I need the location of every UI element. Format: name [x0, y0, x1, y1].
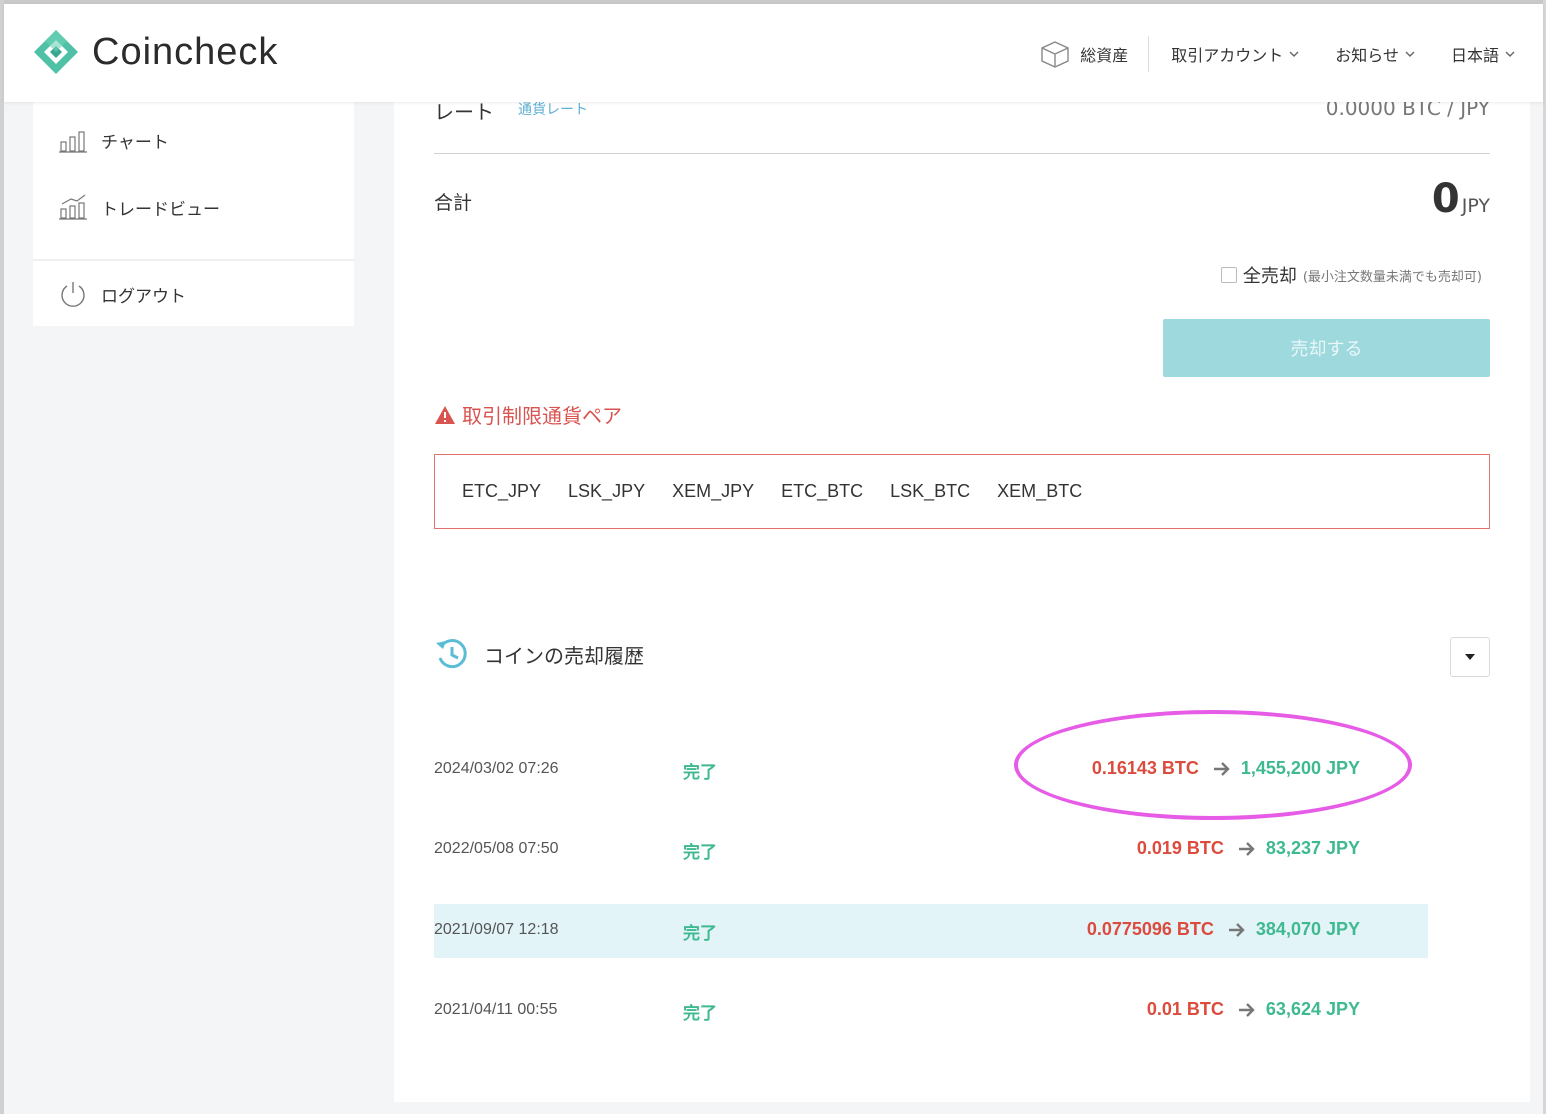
history-btc-amount: 0.0775096 BTC	[1086, 919, 1214, 939]
window-frame-left	[0, 0, 4, 1114]
restricted-pair: XEM_JPY	[672, 481, 755, 501]
brand-logo[interactable]: Coincheck	[32, 28, 278, 76]
sidebar-divider	[33, 259, 354, 261]
table-row: 2021/04/11 00:55 完了 0.01 BTC 63,624 JPY	[434, 984, 1428, 1038]
total-label: 合計	[434, 192, 473, 214]
rate-row: レート 通貨レート 0.0000 BTC / JPY	[434, 96, 1490, 154]
nav-news[interactable]: お知らせ	[1335, 42, 1415, 66]
history-date: 2021/04/11 00:55	[434, 1001, 558, 1018]
brand-name: Coincheck	[92, 30, 279, 73]
history-amounts: 0.019 BTC 83,237 JPY	[1137, 838, 1360, 859]
chevron-down-icon	[1505, 51, 1515, 57]
caret-down-icon	[1465, 654, 1475, 660]
history-status: 完了	[683, 924, 717, 944]
trend-chart-icon	[59, 194, 87, 220]
history-status: 完了	[683, 843, 717, 863]
history-jpy-amount: 63,624 JPY	[1265, 999, 1360, 1019]
currency-rate-link[interactable]: 通貨レート	[518, 99, 588, 119]
bar-chart-icon	[59, 130, 87, 153]
restricted-pairs-title-text: 取引制限通貨ペア	[462, 404, 622, 428]
sell-all-note: (最小注文数量未満でも売却可)	[1302, 269, 1482, 285]
history-icon	[436, 639, 467, 669]
table-row: 2021/09/07 12:18 完了 0.0775096 BTC 384,07…	[434, 904, 1428, 958]
history-btc-amount: 0.01 BTC	[1146, 999, 1224, 1019]
sidebar-item-chart[interactable]: チャート	[59, 128, 169, 153]
total-value: 0 JPY	[1432, 176, 1490, 222]
sidebar-item-tradeview-label: トレードビュー	[101, 199, 220, 220]
sell-all-checkbox[interactable]	[1220, 267, 1237, 283]
restricted-pair: ETC_BTC	[781, 481, 864, 501]
sidebar-item-logout-label: ログアウト	[101, 286, 186, 307]
sidebar-item-logout[interactable]: ログアウト	[59, 280, 186, 308]
sidebar-item-tradeview[interactable]: トレードビュー	[59, 194, 220, 220]
nav-news-label: お知らせ	[1335, 46, 1399, 65]
history-status: 完了	[683, 763, 717, 783]
nav-trading-account-label: 取引アカウント	[1171, 46, 1284, 65]
history-dropdown-button[interactable]	[1450, 637, 1490, 677]
history-date: 2021/09/07 12:18	[434, 921, 559, 938]
history-jpy-amount: 384,070 JPY	[1255, 919, 1360, 939]
history-jpy-amount: 83,237 JPY	[1265, 838, 1360, 858]
power-icon	[61, 282, 85, 307]
sidebar-item-chart-label: チャート	[101, 133, 169, 153]
box-icon	[1041, 41, 1069, 68]
sidebar: チャート トレードビュー ログアウト	[33, 102, 354, 326]
arrow-right-icon	[1238, 1002, 1255, 1017]
restricted-pair: ETC_JPY	[462, 481, 542, 501]
chevron-down-icon	[1289, 51, 1299, 57]
arrow-right-icon	[1228, 922, 1245, 937]
sell-history-title: コインの売却履歴	[434, 636, 644, 672]
sell-history-title-text: コインの売却履歴	[484, 643, 644, 668]
nav-total-assets[interactable]: 総資産	[1040, 36, 1150, 72]
nav-language-label: 日本語	[1450, 46, 1499, 65]
restricted-pairs-box: ETC_JPY LSK_JPY XEM_JPY ETC_BTC LSK_BTC …	[434, 454, 1490, 529]
arrow-right-icon	[1238, 841, 1255, 856]
highlight-annotation-ellipse	[1014, 710, 1412, 820]
warning-icon	[435, 405, 455, 424]
history-date: 2022/05/08 07:50	[434, 840, 559, 857]
table-row: 2022/05/08 07:50 完了 0.019 BTC 83,237 JPY	[434, 823, 1428, 877]
restricted-pairs-title: 取引制限通貨ペア	[434, 400, 622, 429]
nav-language[interactable]: 日本語	[1451, 42, 1515, 66]
nav-total-assets-label: 総資産	[1080, 46, 1129, 65]
header-nav: 総資産 取引アカウント お知らせ 日本語	[1040, 34, 1515, 74]
history-btc-amount: 0.019 BTC	[1136, 838, 1224, 858]
restricted-pair: LSK_BTC	[890, 481, 971, 501]
chevron-down-icon	[1405, 51, 1415, 57]
sell-all-option[interactable]: 全売却 (最小注文数量未満でも売却可)	[1220, 262, 1482, 288]
total-unit: JPY	[1461, 195, 1490, 217]
total-amount: 0	[1431, 176, 1460, 222]
history-amounts: 0.0775096 BTC 384,070 JPY	[1087, 919, 1360, 940]
nav-trading-account[interactable]: 取引アカウント	[1171, 42, 1299, 66]
sell-all-label: 全売却	[1242, 266, 1297, 287]
history-status: 完了	[683, 1004, 717, 1024]
history-amounts: 0.01 BTC 63,624 JPY	[1147, 999, 1360, 1020]
sell-panel: レート 通貨レート 0.0000 BTC / JPY 合計 0 JPY 全売却 …	[394, 96, 1530, 1102]
restricted-pair: XEM_BTC	[997, 481, 1083, 501]
restricted-pair: LSK_JPY	[568, 481, 646, 501]
sell-button[interactable]: 売却する	[1163, 319, 1490, 377]
history-date: 2024/03/02 07:26	[434, 760, 559, 777]
coincheck-logo-icon	[34, 30, 78, 74]
top-header: Coincheck 総資産 取引アカウント お知らせ 日本語	[4, 4, 1543, 102]
